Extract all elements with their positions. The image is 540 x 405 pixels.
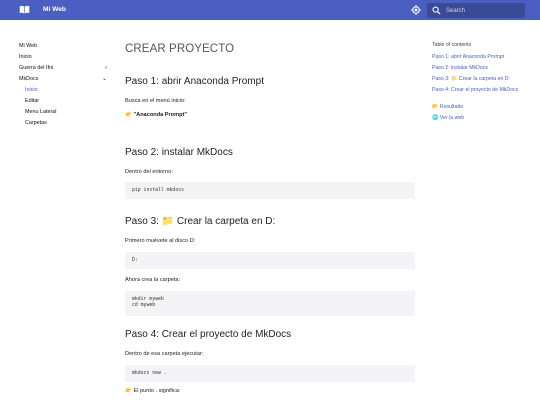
- step-3-text-1: Primero muévete al disco D:: [125, 238, 196, 244]
- search-box[interactable]: Search: [427, 3, 525, 18]
- nav-item-carpetas[interactable]: Carpetas: [19, 120, 111, 131]
- table-of-contents: Table of contents Paso 1: abrir Anaconda…: [432, 42, 532, 126]
- code-block-pip-install[interactable]: pip install mkdocs: [125, 182, 415, 199]
- nav-item-mkdocs[interactable]: MkDocs ⌄: [19, 76, 111, 87]
- code-block-mkdir[interactable]: mkdir myweb cd myweb: [125, 291, 415, 316]
- toc-item-step-4[interactable]: Paso 4: Crear el proyecto de MkDocs: [432, 87, 532, 104]
- nav-label: Inicio: [25, 87, 38, 93]
- nav-label: Editar: [25, 98, 40, 104]
- step-3-text-2: Ahora crea la carpeta:: [125, 277, 181, 283]
- heading-step-3: Paso 3: 📁 Crear la carpeta en D:: [125, 216, 276, 227]
- step-2-text: Dentro del entorno:: [125, 169, 173, 175]
- toc-item-step-1[interactable]: Paso 1: abrir Anaconda Prompt: [432, 54, 532, 65]
- top-header: Mi Web Search: [0, 0, 540, 20]
- step-1-text: Busca en el menú inicio:: [125, 98, 186, 104]
- nav-label: MkDocs: [19, 76, 39, 82]
- nav-item-editar[interactable]: Editar: [19, 98, 111, 109]
- book-logo-icon[interactable]: [19, 4, 30, 15]
- toc-item-step-3[interactable]: Paso 3: 📁 Crear la carpeta en D:: [432, 76, 532, 87]
- chevron-down-icon: ⌄: [101, 76, 107, 82]
- pointing-hand-icon: 👉: [125, 112, 132, 118]
- nav-label: Guerra del Ifni: [19, 65, 54, 71]
- nav-item-inicio[interactable]: Inicio: [19, 54, 111, 65]
- page-title: CREAR PROYECTO: [125, 43, 235, 55]
- heading-step-1: Paso 1: abrir Anaconda Prompt: [125, 76, 264, 87]
- step-1-instruction: 👉 "Anaconda Prompt": [125, 112, 415, 147]
- nav-label: Carpetas: [25, 120, 47, 126]
- toc-item-step-2[interactable]: Paso 2: instalar MkDocs: [432, 65, 532, 76]
- theme-toggle-icon[interactable]: [411, 5, 421, 15]
- step-4-text: Dentro de esa carpeta ejecutar:: [125, 351, 204, 357]
- toc-title: Table of contents: [432, 42, 472, 48]
- code-block-drive[interactable]: D:: [125, 252, 415, 269]
- sidebar-nav: Mi Web Inicio Guerra del Ifni › MkDocs ⌄ I…: [19, 43, 111, 131]
- toc-item-ver-la-web[interactable]: 🌐 Ver la web: [432, 115, 532, 126]
- nav-label: Inicio: [19, 54, 32, 60]
- nav-item-menu-lateral[interactable]: Menu Lateral: [19, 109, 111, 120]
- heading-step-4: Paso 4: Crear el proyecto de MkDocs: [125, 329, 292, 340]
- nav-item-mkdocs-inicio[interactable]: Inicio: [19, 87, 111, 98]
- main-content: CREAR PROYECTO Paso 1: abrir Anaconda Pr…: [125, 42, 415, 395]
- step-4-partial-text: 👉 El punto . significa:: [125, 388, 181, 394]
- code-block-mkdocs-new[interactable]: mkdocs new .: [125, 365, 415, 382]
- nav-label: Mi Web: [19, 43, 38, 49]
- nav-label: Menu Lateral: [25, 109, 57, 115]
- nav-item-guerra-del-ifni[interactable]: Guerra del Ifni ›: [19, 65, 111, 76]
- site-title[interactable]: Mi Web: [43, 5, 66, 14]
- nav-site-title[interactable]: Mi Web: [19, 43, 111, 54]
- anaconda-prompt-label: "Anaconda Prompt": [133, 112, 188, 118]
- toc-item-resultado[interactable]: 📂 Resultado: [432, 104, 532, 115]
- search-icon: [432, 6, 441, 15]
- search-placeholder: Search: [446, 7, 466, 14]
- heading-step-2: Paso 2: instalar MkDocs: [125, 147, 233, 158]
- chevron-right-icon: ›: [105, 65, 107, 71]
